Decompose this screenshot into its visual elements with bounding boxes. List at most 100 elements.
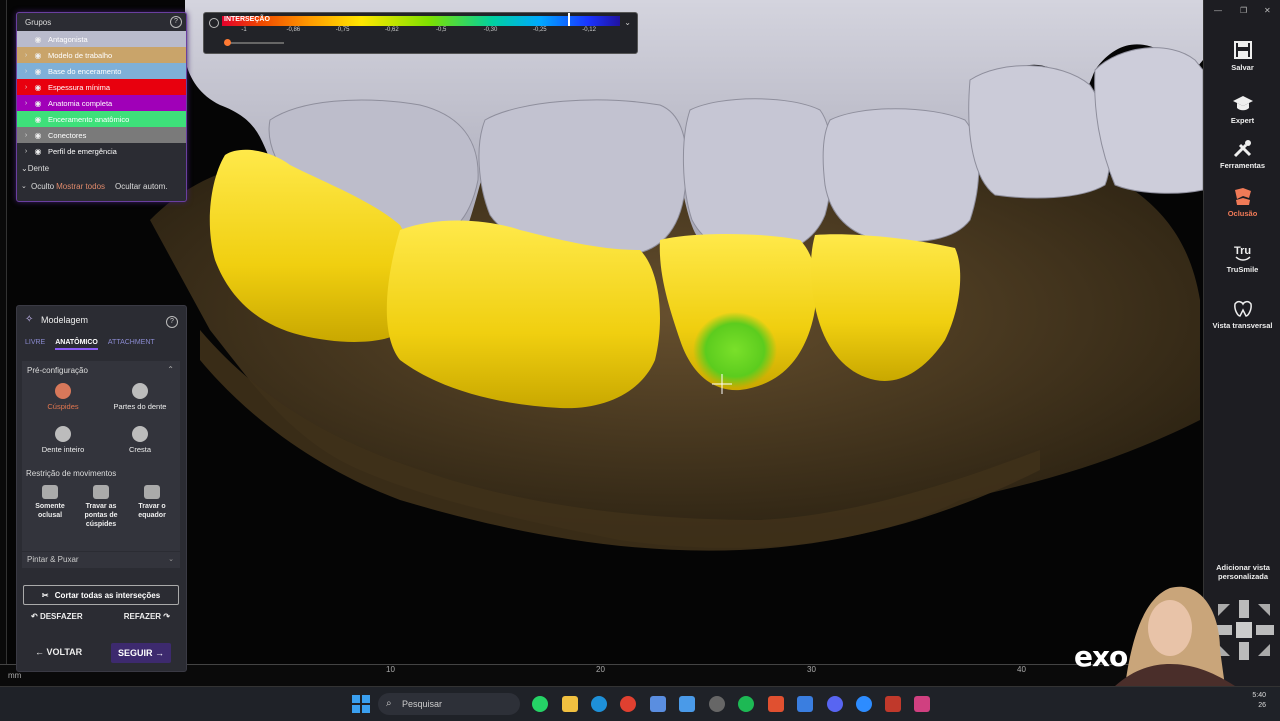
dente-section[interactable]: ⌄ Dente [17,159,186,177]
back-label: VOLTAR [46,647,83,657]
ruler-tick: 40 [1017,665,1026,674]
chevron-right-icon[interactable]: › [21,132,31,139]
zoom-icon[interactable] [856,696,872,712]
undo-button[interactable]: ↶ DESFAZER [31,612,83,621]
hidden-label: Oculto [31,181,55,191]
restriction-lock-equator[interactable]: Travar o equador [127,485,177,520]
color-gradient [222,16,620,26]
chevron-up-icon[interactable]: ⌃ [167,365,174,374]
group-row[interactable]: ◉ Antagonista [17,31,186,47]
chevron-right-icon[interactable]: › [21,68,31,75]
discord-icon[interactable] [827,696,843,712]
help-icon[interactable]: ? [170,16,182,28]
preconfig-section: Pré-configuração ⌃ Cúspides Partes do de… [22,361,180,551]
restore-icon[interactable]: ❐ [1240,6,1247,15]
threshold-slider-handle[interactable] [224,39,231,46]
antagonist-tooth-5 [968,65,1111,199]
notepad-icon[interactable] [679,696,695,712]
group-label: Perfil de emergência [48,146,117,156]
toolbar-graduation-cap-button[interactable]: Expert [1204,93,1280,125]
tool-dente-inteiro[interactable]: Dente inteiro [32,426,94,454]
eye-icon[interactable]: ◉ [31,99,45,108]
eye-icon[interactable]: ◉ [31,67,45,76]
redo-button[interactable]: REFAZER ↷ [124,612,170,621]
groups-panel: Grupos ? ◉ Antagonista › ◉ Modelo de trabalh… [16,12,187,202]
group-row[interactable]: › ◉ Perfil de emergência [17,143,186,159]
clock-app-icon[interactable] [709,696,725,712]
taskbar-search[interactable]: ⌕ Pesquisar [378,693,520,715]
chevron-right-icon[interactable]: › [21,100,31,107]
file-explorer-icon[interactable] [562,696,578,712]
paint-pull-section[interactable]: Pintar & Puxar ⌄ [22,552,180,568]
toolbar-cross-section-button[interactable]: Vista transversal [1204,298,1280,330]
exocad-icon[interactable] [885,696,901,712]
chevron-down-icon[interactable]: ⌄ [624,18,631,27]
groups-header: Grupos ? [17,13,186,31]
group-label: Base do enceramento [48,66,122,76]
chevron-right-icon[interactable]: › [21,148,31,155]
add-custom-view-button[interactable]: Adicionar vista personalizada [1208,563,1278,581]
back-button[interactable]: ← VOLTAR [35,647,82,657]
cusps-icon [55,383,71,399]
minimize-icon[interactable]: — [1214,6,1222,15]
tool-partes-do-dente[interactable]: Partes do dente [109,383,171,411]
modeling-tabs: LIVRE ANATÔMICO ATTACHMENT [25,339,155,350]
eye-icon[interactable]: ◉ [31,147,45,156]
restriction-lock-cusp-tips[interactable]: Travar as pontas de cúspides [76,485,126,529]
colorbar-tick: -0,75 [335,27,350,33]
group-row[interactable]: › ◉ Espessura mínima [17,79,186,95]
cut-all-intersections-button[interactable]: ✂ Cortar todas as interseções [23,585,179,605]
chrome-icon[interactable] [620,696,636,712]
preconfig-title: Pré-configuração [27,366,88,375]
colorbar-tick: -0,30 [483,27,498,33]
app-icon[interactable] [797,696,813,712]
chevron-right-icon[interactable]: › [21,52,31,59]
colorbar-tick: -0,12 [582,27,596,33]
redo-label: REFAZER [123,612,162,621]
group-row[interactable]: ◉ Enceramento anatômico [17,111,186,127]
chevron-right-icon[interactable]: › [21,84,31,91]
eye-icon[interactable]: ◉ [31,51,45,60]
restriction-label: Somente oclusal [35,503,65,519]
next-button[interactable]: SEGUIR → [111,643,171,663]
eye-icon[interactable]: ◉ [31,131,45,140]
edge-icon[interactable] [591,696,607,712]
tab-livre[interactable]: LIVRE [25,339,45,350]
group-label: Anatomia completa [48,98,113,108]
app-icon[interactable] [768,696,784,712]
spotify-icon[interactable] [738,696,754,712]
toolbar-occlusion-button[interactable]: Oclusão [1204,186,1280,218]
group-row[interactable]: › ◉ Modelo de trabalho [17,47,186,63]
group-row[interactable]: › ◉ Base do enceramento [17,63,186,79]
scissors-icon: ✂ [41,591,49,600]
tool-label: Partes do dente [113,402,167,411]
tab-attachment[interactable]: ATTACHMENT [108,339,155,350]
tool-cuspides[interactable]: Cúspides [32,383,94,411]
show-all-button[interactable]: Mostrar todos [56,182,105,191]
close-icon[interactable]: ✕ [1264,6,1271,15]
restriction-occlusal-only[interactable]: Somente oclusal [25,485,75,520]
eye-icon[interactable]: ◉ [31,83,45,92]
tab-anatomico[interactable]: ANATÔMICO [55,339,98,350]
windows-start-icon[interactable] [352,695,370,713]
eye-icon[interactable]: ◉ [31,35,45,44]
calculator-icon[interactable] [650,696,666,712]
redo-icon: ↷ [161,612,170,621]
toolbar-save-button[interactable]: Salvar [1204,40,1280,72]
auto-hide-button[interactable]: Ocultar autom. [115,182,167,191]
cad-app-icon[interactable] [914,696,930,712]
ruler-tick: 20 [596,665,605,674]
system-clock[interactable]: 5:40 26 [1252,691,1266,711]
tool-cresta[interactable]: Cresta [109,426,171,454]
chevron-down-icon: ⌄ [168,556,174,563]
group-row[interactable]: › ◉ Anatomia completa [17,95,186,111]
toolbar-trusmile-button[interactable]: Tru TruSmile [1204,242,1280,274]
toolbar-tools-button[interactable]: Ferramentas [1204,138,1280,170]
threshold-slider-track[interactable] [228,42,284,44]
whatsapp-icon[interactable] [532,696,548,712]
help-icon[interactable]: ? [166,316,178,328]
group-row[interactable]: › ◉ Conectores [17,127,186,143]
vertical-ruler [0,0,7,686]
eye-icon[interactable]: ◉ [31,115,45,124]
modeling-panel: ✧ Modelagem ? LIVRE ANATÔMICO ATTACHMENT… [16,305,187,672]
